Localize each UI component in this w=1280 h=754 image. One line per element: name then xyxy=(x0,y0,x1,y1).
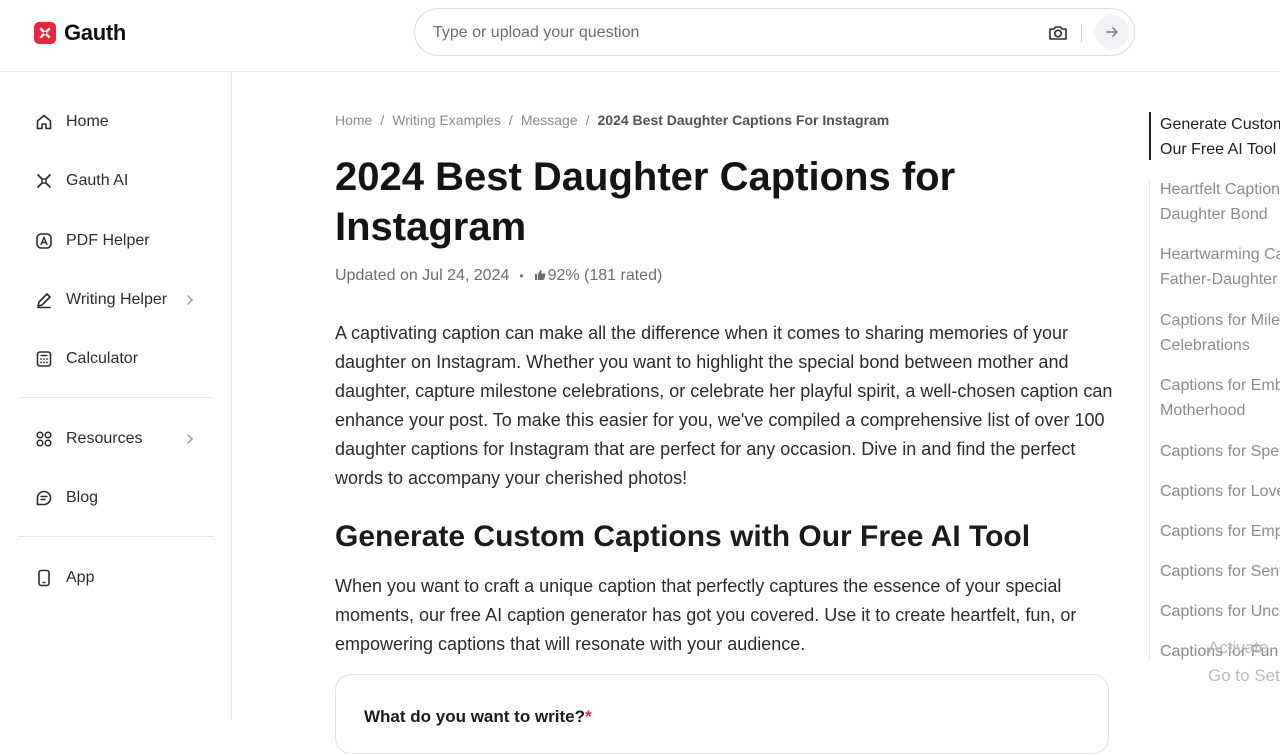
sidebar: Home Gauth AI PDF Helper Writing Helper … xyxy=(0,72,232,720)
breadcrumb: Home / Writing Examples / Message / 2024… xyxy=(335,112,889,128)
toc-item[interactable]: Captions for Special xyxy=(1148,439,1280,464)
gauth-ai-icon xyxy=(34,171,54,191)
article-meta: Updated on Jul 24, 2024 • 92% (181 rated… xyxy=(335,267,662,285)
activation-watermark: Activate Go to Settings xyxy=(1208,638,1280,685)
updated-date: Updated on Jul 24, 2024 xyxy=(335,267,510,284)
chevron-right-icon xyxy=(182,292,198,308)
search-input[interactable] xyxy=(433,21,1033,45)
caption-generator-form: What do you want to write?* xyxy=(335,674,1109,754)
toc-item[interactable]: Captions for Sentimental xyxy=(1148,559,1280,584)
section-heading: Generate Custom Captions with Our Free A… xyxy=(335,520,1031,553)
toc-item[interactable]: Captions for Empowerment xyxy=(1148,519,1280,544)
toc-item[interactable]: Heartfelt Captions forDaughter Bond xyxy=(1148,177,1280,227)
breadcrumb-separator: / xyxy=(508,112,513,128)
sidebar-divider xyxy=(18,397,214,398)
gauth-logo-icon xyxy=(34,22,56,44)
breadcrumb-home[interactable]: Home xyxy=(335,112,372,128)
breadcrumb-separator: / xyxy=(380,112,385,128)
toc-item[interactable]: Captions for Love xyxy=(1148,479,1280,504)
submit-button[interactable] xyxy=(1095,15,1129,49)
sidebar-item-app[interactable]: App xyxy=(34,560,204,596)
rating[interactable]: 92% (181 rated) xyxy=(534,267,663,285)
form-label: What do you want to write?* xyxy=(364,707,592,726)
table-of-contents: Generate Custom Captions withOur Free AI… xyxy=(1148,112,1280,672)
sidebar-item-label: Blog xyxy=(66,489,99,506)
toc-item[interactable]: Captions for MilestoneCelebrations xyxy=(1148,308,1280,358)
blog-icon xyxy=(34,488,54,508)
toc-item[interactable]: Captions for EmbracingMotherhood xyxy=(1148,373,1280,423)
sidebar-item-label: Gauth AI xyxy=(66,172,129,189)
camera-icon[interactable] xyxy=(1047,22,1069,44)
sidebar-item-writing-helper[interactable]: Writing Helper xyxy=(34,282,204,318)
sidebar-item-label: Home xyxy=(66,113,109,130)
sidebar-item-label: App xyxy=(66,569,95,586)
sidebar-item-label: Calculator xyxy=(66,350,139,367)
sidebar-item-blog[interactable]: Blog xyxy=(34,480,204,516)
home-icon xyxy=(34,112,54,132)
sidebar-item-resources[interactable]: Resources xyxy=(34,421,204,457)
toc-item[interactable]: Captions for Unconditional xyxy=(1148,599,1280,624)
pen-icon xyxy=(34,290,54,310)
calculator-icon xyxy=(34,349,54,369)
sidebar-item-label: PDF Helper xyxy=(66,232,150,249)
breadcrumb-message[interactable]: Message xyxy=(521,112,578,128)
sidebar-item-label: Resources xyxy=(66,430,143,447)
sidebar-item-calculator[interactable]: Calculator xyxy=(34,341,204,377)
sidebar-divider xyxy=(18,536,214,537)
gauth-logo-text: Gauth xyxy=(64,20,127,45)
rating-text: 92% (181 rated) xyxy=(547,267,663,284)
section-paragraph: When you want to craft a unique caption … xyxy=(335,576,1077,654)
gauth-logo[interactable]: Gauth xyxy=(34,20,126,46)
meta-separator: • xyxy=(519,269,524,283)
breadcrumb-writing-examples[interactable]: Writing Examples xyxy=(392,112,501,128)
sidebar-item-label: Writing Helper xyxy=(66,291,168,308)
chevron-right-icon xyxy=(182,431,198,447)
required-marker: * xyxy=(584,707,592,726)
phone-icon xyxy=(34,568,54,588)
search-divider xyxy=(1081,24,1082,42)
sidebar-item-home[interactable]: Home xyxy=(34,104,204,140)
breadcrumb-separator: / xyxy=(585,112,590,128)
search-bar xyxy=(414,8,1135,56)
breadcrumb-current: 2024 Best Daughter Captions For Instagra… xyxy=(597,112,890,128)
toc-item[interactable]: Heartwarming Captions forFather-Daughter xyxy=(1148,242,1280,292)
arrow-right-icon xyxy=(1106,27,1118,37)
pdf-icon xyxy=(34,231,54,251)
intro-paragraph: A captivating caption can make all the d… xyxy=(335,323,1113,488)
sidebar-item-pdf-helper[interactable]: PDF Helper xyxy=(34,223,204,259)
grid-icon xyxy=(34,429,54,449)
thumbs-up-icon xyxy=(534,270,546,280)
page-title: 2024 Best Daughter Captions for Instagra… xyxy=(335,155,956,249)
sidebar-item-gauth-ai[interactable]: Gauth AI xyxy=(34,163,204,199)
toc-item[interactable]: Generate Custom Captions withOur Free AI… xyxy=(1148,112,1280,162)
top-header: Gauth xyxy=(0,0,1280,72)
